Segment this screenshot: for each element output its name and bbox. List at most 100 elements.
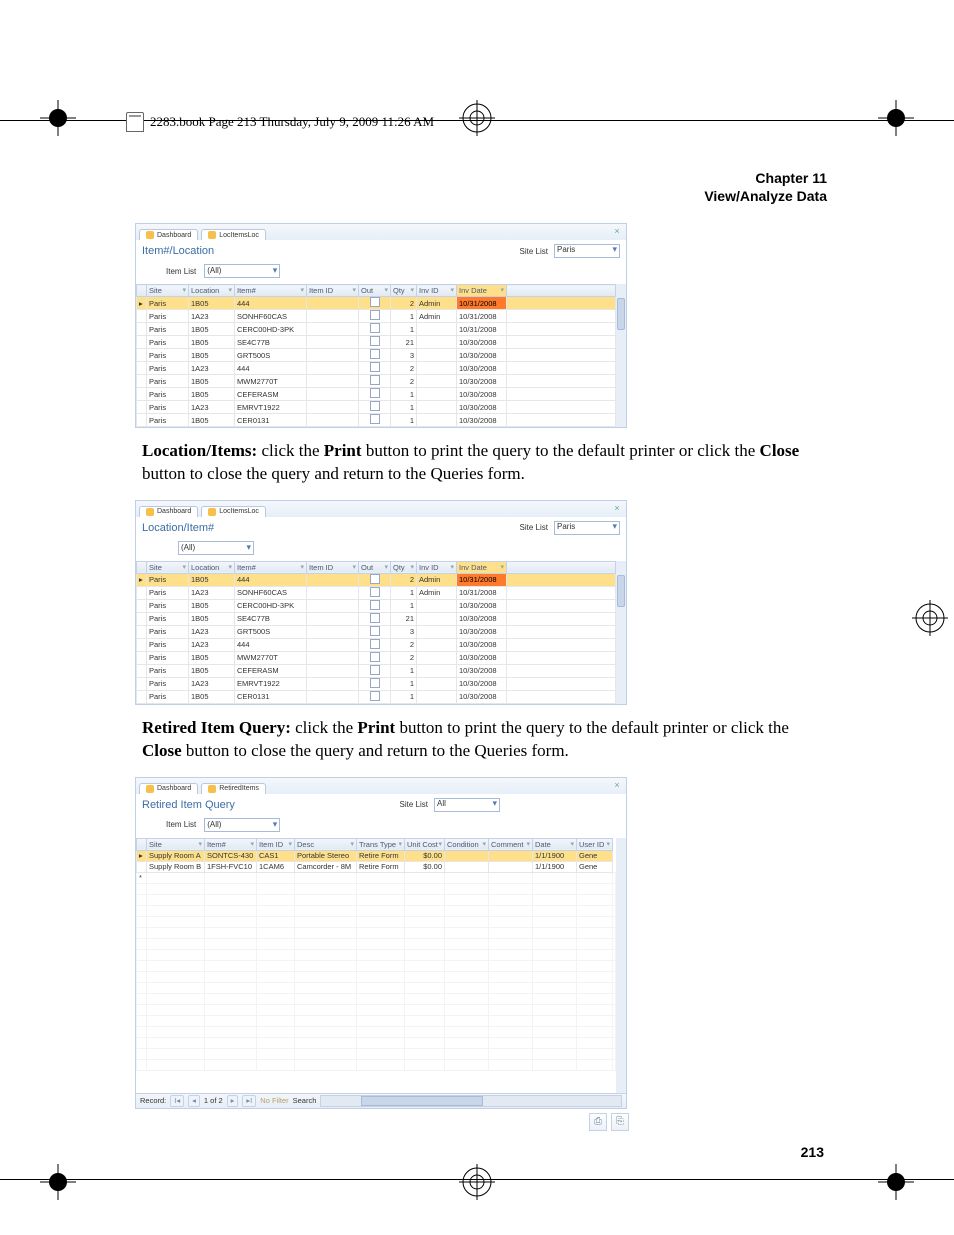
column-header[interactable]: Location▾ (189, 561, 235, 573)
table-row[interactable]: Paris1A23444210/30/2008 (137, 362, 616, 375)
table-row[interactable]: ▸Supply Room ASONTCS-430CAS1Portable Ste… (137, 850, 616, 861)
column-header[interactable]: Site▾ (147, 838, 205, 850)
search-label[interactable]: Search (293, 1096, 317, 1105)
item-list-label: Item List (166, 820, 196, 829)
vertical-scrollbar[interactable] (616, 284, 626, 427)
table-row[interactable]: Paris1B05CER0131110/30/2008 (137, 414, 616, 427)
close-button[interactable]: ⎘ (611, 1113, 629, 1131)
table-row[interactable]: Paris1B05MWM2770T210/30/2008 (137, 651, 616, 664)
column-header[interactable]: User ID▾ (577, 838, 613, 850)
table-row[interactable]: Paris1B05GRT500S310/30/2008 (137, 349, 616, 362)
door-exit-icon: ⎘ (616, 1116, 624, 1127)
tab-dashboard[interactable]: Dashboard (139, 783, 198, 794)
close-icon[interactable]: × (612, 226, 622, 236)
screenshot-location-item: Dashboard LocItemsLoc × Location/Item# S… (135, 500, 627, 705)
column-header[interactable]: Inv Date▾ (457, 561, 507, 573)
site-list-label: Site List (520, 523, 548, 532)
item-list-dropdown[interactable]: (All) (178, 541, 254, 555)
form-title: Item#/Location (142, 245, 214, 257)
column-header[interactable]: Site▾ (147, 285, 189, 297)
tab-dashboard[interactable]: Dashboard (139, 506, 198, 517)
table-row[interactable]: Paris1A23EMRVT1922110/30/2008 (137, 677, 616, 690)
record-navigator: Record: I◂ ◂ 1 of 2 ▸ ▸I No Filter Searc… (136, 1093, 626, 1108)
form-icon (208, 508, 216, 516)
table-row[interactable]: Paris1B05CEFERASM110/30/2008 (137, 388, 616, 401)
table-row[interactable]: Paris1A23SONHF60CAS1Admin10/31/2008 (137, 310, 616, 323)
column-header[interactable]: Item#▾ (235, 561, 307, 573)
column-header[interactable]: Comment▾ (489, 838, 533, 850)
table-row[interactable]: Paris1B05CERC00HD-3PK110/30/2008 (137, 599, 616, 612)
column-header[interactable]: Item ID▾ (257, 838, 295, 850)
column-header[interactable]: Trans Type▾ (357, 838, 405, 850)
data-grid[interactable]: Site▾Location▾Item#▾Item ID▾Out▾Qty▾Inv … (136, 561, 616, 704)
column-header[interactable]: Out▾ (359, 561, 391, 573)
crop-mark-icon (40, 100, 76, 136)
column-header[interactable]: Item#▾ (205, 838, 257, 850)
column-header[interactable]: Inv ID▾ (417, 285, 457, 297)
column-header[interactable]: Inv Date▾ (457, 285, 507, 297)
item-list-dropdown[interactable]: (All) (204, 264, 280, 278)
table-row[interactable]: Paris1A23SONHF60CAS1Admin10/31/2008 (137, 586, 616, 599)
column-header[interactable]: Location▾ (189, 285, 235, 297)
horizontal-scrollbar[interactable] (320, 1095, 622, 1107)
nav-first-button[interactable]: I◂ (170, 1095, 184, 1107)
tab-dashboard[interactable]: Dashboard (139, 229, 198, 240)
column-header[interactable]: Inv ID▾ (417, 561, 457, 573)
column-header[interactable]: Item ID▾ (307, 285, 359, 297)
crop-mark-icon (459, 1164, 495, 1200)
print-button[interactable]: ⎙ (589, 1113, 607, 1131)
nav-prev-button[interactable]: ◂ (188, 1095, 200, 1107)
site-list-dropdown[interactable]: All (434, 798, 500, 812)
tab-retireditems[interactable]: RetiredItems (201, 783, 266, 794)
data-grid[interactable]: Site▾Location▾Item#▾Item ID▾Out▾Qty▾Inv … (136, 284, 616, 427)
item-list-dropdown[interactable]: (All) (204, 818, 280, 832)
tab-locitems[interactable]: LocItemsLoc (201, 229, 266, 240)
table-row[interactable]: Paris1A23GRT500S310/30/2008 (137, 625, 616, 638)
table-row[interactable]: Paris1B05CERC00HD-3PK110/31/2008 (137, 323, 616, 336)
chapter-header: Chapter 11 View/Analyze Data (127, 170, 827, 205)
column-header[interactable]: Condition▾ (445, 838, 489, 850)
crop-mark-icon (459, 100, 495, 136)
form-title: Retired Item Query (142, 799, 235, 811)
crop-mark-icon (878, 1164, 914, 1200)
nav-last-button[interactable]: ▸I (242, 1095, 256, 1107)
column-header[interactable]: Unit Cost▾ (405, 838, 445, 850)
vertical-scrollbar[interactable] (616, 561, 626, 704)
book-info-text: 2283.book Page 213 Thursday, July 9, 200… (150, 114, 434, 130)
column-header[interactable]: Item ID▾ (307, 561, 359, 573)
book-header: 2283.book Page 213 Thursday, July 9, 200… (126, 112, 434, 132)
crop-mark-icon (878, 100, 914, 136)
column-header[interactable]: Site▾ (147, 561, 189, 573)
table-row[interactable]: Supply Room B1FSH-FVC101CAM6Camcorder - … (137, 861, 616, 872)
site-list-dropdown[interactable]: Paris (554, 521, 620, 535)
site-list-dropdown[interactable]: Paris (554, 244, 620, 258)
body-paragraph: Retired Item Query: click the Print butt… (127, 717, 827, 763)
column-header[interactable]: Item#▾ (235, 285, 307, 297)
table-row[interactable]: Paris1B05SE4C77B2110/30/2008 (137, 612, 616, 625)
table-row[interactable]: Paris1A23EMRVT1922110/30/2008 (137, 401, 616, 414)
vertical-scrollbar[interactable] (616, 838, 626, 1093)
close-icon[interactable]: × (612, 503, 622, 513)
table-row[interactable]: Paris1B05CER0131110/30/2008 (137, 690, 616, 703)
crop-mark-icon (912, 600, 948, 636)
nav-next-button[interactable]: ▸ (227, 1095, 239, 1107)
data-grid[interactable]: Site▾Item#▾Item ID▾Desc▾Trans Type▾Unit … (136, 838, 616, 1071)
table-row[interactable]: ▸Paris1B054442Admin10/31/2008 (137, 573, 616, 586)
column-header[interactable]: Qty▾ (391, 285, 417, 297)
table-row[interactable]: Paris1B05CEFERASM110/30/2008 (137, 664, 616, 677)
close-icon[interactable]: × (612, 780, 622, 790)
column-header[interactable]: Out▾ (359, 285, 391, 297)
column-header[interactable]: Desc▾ (295, 838, 357, 850)
tab-locitems[interactable]: LocItemsLoc (201, 506, 266, 517)
table-row[interactable]: Paris1A23444210/30/2008 (137, 638, 616, 651)
column-header[interactable]: Date▾ (533, 838, 577, 850)
site-list-label: Site List (520, 247, 548, 256)
table-row[interactable]: Paris1B05SE4C77B2110/30/2008 (137, 336, 616, 349)
crop-mark-icon (40, 1164, 76, 1200)
table-row[interactable]: ▸Paris1B054442Admin10/31/2008 (137, 297, 616, 310)
column-header[interactable]: Qty▾ (391, 561, 417, 573)
table-row[interactable]: Paris1B05MWM2770T210/30/2008 (137, 375, 616, 388)
book-icon (126, 112, 144, 132)
chapter-title: View/Analyze Data (127, 188, 827, 206)
screenshot-retired-items: Dashboard RetiredItems × Retired Item Qu… (135, 777, 627, 1109)
